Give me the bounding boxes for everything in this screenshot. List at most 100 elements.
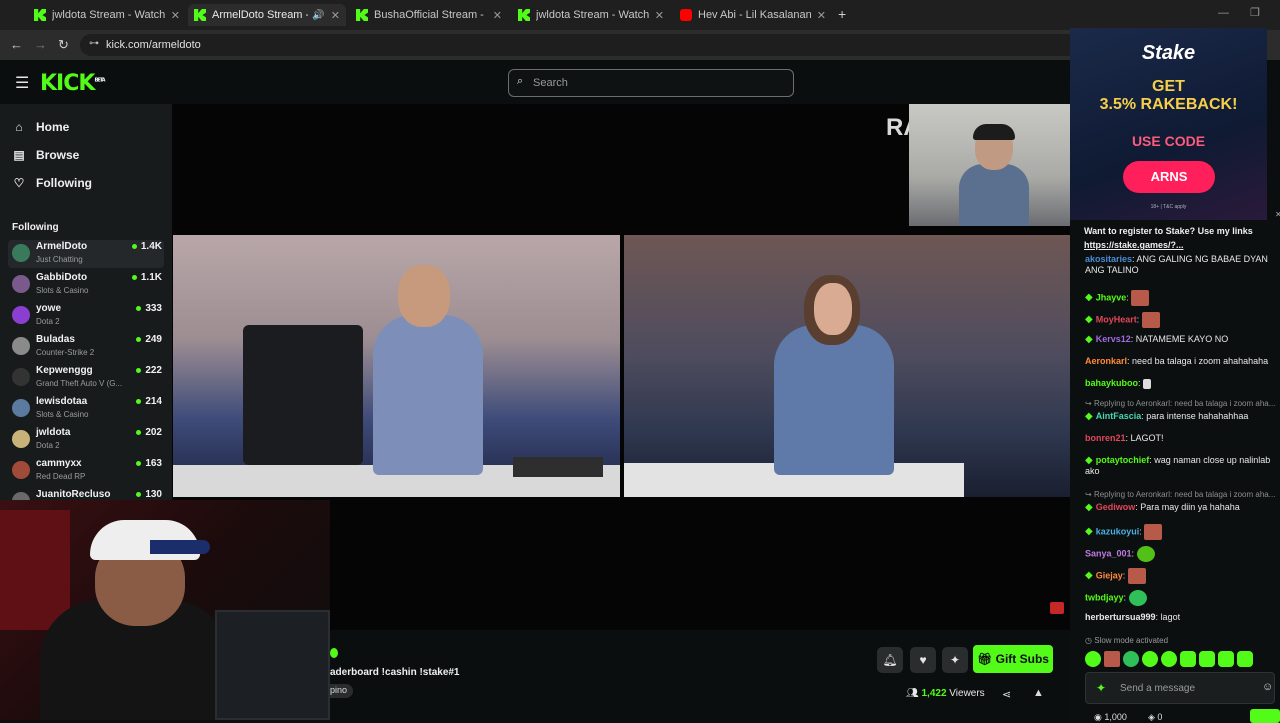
forward-arrow-icon[interactable]: → xyxy=(34,37,47,52)
browser-tab[interactable]: jwldota Stream - Watch Live on Kick ✕ xyxy=(28,4,186,26)
back-arrow-icon[interactable]: ← xyxy=(10,37,23,52)
chat-username[interactable]: AintFascia xyxy=(1096,411,1142,421)
emote-icon[interactable] xyxy=(1180,651,1196,667)
chat-username[interactable]: bahaykuboo xyxy=(1085,378,1138,388)
chat-username[interactable]: akositaries xyxy=(1085,254,1132,264)
avatar xyxy=(12,306,30,324)
chat-username[interactable]: twbdjayy xyxy=(1085,592,1124,602)
channel-item[interactable]: GabbiDoto Slots & Casino 1.1K xyxy=(8,271,164,299)
channel-item[interactable]: cammyxx Red Dead RP 163 xyxy=(8,457,164,485)
reply-reference[interactable]: ↪ Replying to Aeronkarl: need ba talaga … xyxy=(1085,399,1275,408)
close-tab-icon[interactable]: ✕ xyxy=(487,9,502,22)
url-field[interactable]: ⊶ kick.com/armeldoto xyxy=(80,34,1080,56)
hamburger-menu-icon[interactable]: ☰ xyxy=(15,73,29,93)
emote-icon[interactable] xyxy=(1085,651,1101,667)
live-dot-icon xyxy=(131,244,137,249)
chat-message: twbdjayy: xyxy=(1085,590,1280,606)
nav-home[interactable]: ⌂ Home xyxy=(12,120,69,134)
browser-tab[interactable]: BushaOfficial Stream - Watch Live on Kic… xyxy=(350,4,508,26)
share-icon[interactable]: ⋖ xyxy=(1002,688,1011,701)
chat-username[interactable]: Aeronkarl xyxy=(1085,356,1127,366)
stake-ad-banner[interactable]: Stake GET 3.5% RAKEBACK! USE CODE ARNS 1… xyxy=(1070,28,1267,220)
channel-name: lewisdotaa xyxy=(36,396,88,407)
pinned-link[interactable]: https://stake.games/?... xyxy=(1084,240,1184,250)
chat-input[interactable]: ✦ Send a message ☺ xyxy=(1085,672,1275,704)
notification-bell-icon[interactable]: 🔔︎ xyxy=(877,647,903,673)
chat-username[interactable]: MoyHeart xyxy=(1096,314,1137,324)
search-input[interactable]: ⌕ Search xyxy=(508,69,794,97)
emote-icon[interactable] xyxy=(1142,651,1158,667)
gift-subs-button[interactable]: 🎁︎ Gift Subs xyxy=(973,645,1053,673)
kick-logo[interactable]: KICKBETA xyxy=(40,71,106,96)
chat-username[interactable]: Giejay xyxy=(1096,570,1123,580)
emote-icon[interactable] xyxy=(1161,651,1177,667)
kick-favicon-icon xyxy=(518,9,530,21)
live-dot-icon xyxy=(136,306,142,311)
channel-item[interactable]: lewisdotaa Slots & Casino 214 xyxy=(8,395,164,423)
channel-item[interactable]: Kepwenggg Grand Theft Auto V (G... 222 xyxy=(8,364,164,392)
nav-browse[interactable]: ▤ Browse xyxy=(12,148,79,162)
emote-icon[interactable] xyxy=(1237,651,1253,667)
chat-text: NATAMEME KAYO NO xyxy=(1135,334,1229,344)
chat-username[interactable]: herbertursua999 xyxy=(1085,612,1156,622)
chat-username[interactable]: potaytochief xyxy=(1096,455,1150,465)
restore-icon[interactable]: ❐ xyxy=(1250,6,1260,19)
stream-title: aderboard !cashin !stake#1 xyxy=(330,667,460,678)
chat-username[interactable]: bonren21 xyxy=(1085,433,1126,443)
viewer-count: 163 xyxy=(136,458,162,469)
send-button[interactable] xyxy=(1250,709,1280,723)
emote-icon[interactable] xyxy=(1199,651,1215,667)
sparkle-icon[interactable]: ✦ xyxy=(942,647,968,673)
report-warning-icon[interactable]: ▲ xyxy=(1033,687,1044,699)
youtube-button-icon[interactable] xyxy=(1050,602,1064,614)
close-tab-icon[interactable]: ✕ xyxy=(325,9,340,22)
close-tab-icon[interactable]: ✕ xyxy=(165,9,180,22)
search-placeholder: Search xyxy=(533,77,568,89)
streamer-headset xyxy=(973,124,1015,140)
viewers-icon: 👥︎ xyxy=(906,688,922,699)
reply-reference[interactable]: ↪ Replying to Aeronkarl: need ba talaga … xyxy=(1085,490,1275,499)
channel-item[interactable]: ArmelDoto Just Chatting 1.4K xyxy=(8,240,164,268)
points-value: 1,000 xyxy=(1104,712,1127,722)
browser-tab[interactable]: Hev Abi - Lil Kasalanan Shorties ✕ xyxy=(674,4,832,26)
follow-heart-icon[interactable]: ♥ xyxy=(910,647,936,673)
logo-text: KICK xyxy=(40,71,95,96)
counter-value: 0 xyxy=(1157,712,1163,722)
channel-item[interactable]: Buladas Counter-Strike 2 249 xyxy=(8,333,164,361)
channel-item[interactable]: jwldota Dota 2 202 xyxy=(8,426,164,454)
channel-item[interactable]: yowe Dota 2 333 xyxy=(8,302,164,330)
points-counter[interactable]: ◉ 1,000 xyxy=(1094,712,1127,723)
chat-username[interactable]: Sanya_001 xyxy=(1085,548,1132,558)
site-info-icon[interactable]: ⊶ xyxy=(89,38,99,49)
chat-message: ◆ Jhayve: xyxy=(1085,290,1280,306)
chat-username[interactable]: Kervs12 xyxy=(1096,334,1131,344)
beta-badge: BETA xyxy=(94,77,105,84)
browser-tab[interactable]: jwldota Stream - Watch Live on Kick ✕ xyxy=(512,4,670,26)
host-figure xyxy=(373,315,483,475)
minimize-icon[interactable]: — xyxy=(1218,7,1229,19)
emote-icon[interactable] xyxy=(1123,651,1139,667)
close-tab-icon[interactable]: ✕ xyxy=(649,9,664,22)
language-tag[interactable]: pino xyxy=(330,684,354,698)
chat-username[interactable]: kazukoyui xyxy=(1096,526,1140,536)
secondary-counter[interactable]: ◈ 0 xyxy=(1148,712,1162,723)
chat-username[interactable]: Gediwow xyxy=(1096,502,1136,512)
browser-tab-strip: jwldota Stream - Watch Live on Kick ✕ Ar… xyxy=(0,0,1280,30)
emoji-icon[interactable]: ☺ xyxy=(1262,681,1273,693)
chat-username[interactable]: Jhayve xyxy=(1096,292,1127,302)
viewer-count: 249 xyxy=(136,334,162,345)
search-icon: ⌕ xyxy=(517,75,524,87)
nav-following[interactable]: ♡ Following xyxy=(12,176,92,190)
emote-icon[interactable] xyxy=(1218,651,1234,667)
speaker-icon[interactable]: 🔊 xyxy=(312,10,324,21)
ad-code-button[interactable]: ARNS xyxy=(1123,161,1215,193)
reload-icon[interactable]: ↻ xyxy=(58,37,69,53)
browser-tab-active[interactable]: ArmelDoto Stream - Watch Live on Kick 🔊 … xyxy=(188,4,346,26)
sparkle-icon[interactable]: ✦ xyxy=(1096,681,1106,695)
emote-icon[interactable] xyxy=(1104,651,1120,667)
channel-item[interactable]: JuanitoRecluso 130 xyxy=(8,488,164,500)
close-tab-icon[interactable]: ✕ xyxy=(811,9,826,22)
new-tab-icon[interactable]: + xyxy=(838,6,846,22)
channel-category: Counter-Strike 2 xyxy=(36,348,95,357)
pin-icon[interactable]: ✕ xyxy=(1275,210,1280,219)
